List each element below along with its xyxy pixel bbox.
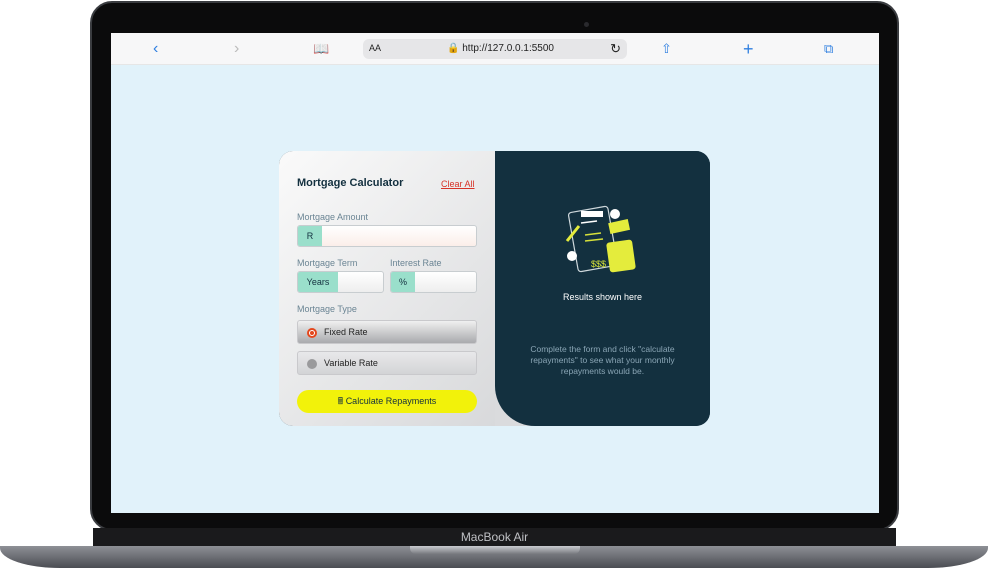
url: http://127.0.0.1:5500 <box>462 43 554 54</box>
empty-results-illustration: $$$ <box>565 205 636 273</box>
option-label: Fixed Rate <box>324 327 368 337</box>
browser-toolbar: ‹ › 📖 AA 🔒 http://127.0.0.1:5500 ↻ ⇧ + ⧉ <box>111 33 879 65</box>
currency-prefix: R <box>298 226 322 246</box>
percent-suffix: % <box>391 272 415 292</box>
radio-variable-rate[interactable]: Variable Rate <box>297 351 477 375</box>
address-bar[interactable]: AA 🔒 http://127.0.0.1:5500 ↻ <box>363 39 627 59</box>
amount-label: Mortgage Amount <box>297 212 369 222</box>
device-label: MacBook Air <box>93 528 896 546</box>
share-icon[interactable]: ⇧ <box>661 39 672 59</box>
amount-input[interactable]: R <box>297 225 477 247</box>
rate-label: Interest Rate <box>390 258 442 268</box>
term-label: Mortgage Term <box>297 258 358 268</box>
forward-icon[interactable]: › <box>234 39 239 59</box>
term-input[interactable]: Years <box>297 271 384 293</box>
camera <box>584 22 589 27</box>
tabs-icon[interactable]: ⧉ <box>824 39 833 59</box>
browser-screen: ‹ › 📖 AA 🔒 http://127.0.0.1:5500 ↻ ⇧ + ⧉… <box>111 33 879 513</box>
results-description: Complete the form and click "calculate r… <box>530 344 675 376</box>
option-label: Variable Rate <box>324 358 378 368</box>
url-text: 🔒 http://127.0.0.1:5500 <box>447 43 554 54</box>
calculate-label: Calculate Repayments <box>345 396 437 406</box>
new-tab-icon[interactable]: + <box>743 39 754 59</box>
results-title: Results shown here <box>562 292 643 302</box>
bookmarks-icon[interactable]: 📖 <box>313 39 329 59</box>
radio-selected-icon <box>307 328 317 338</box>
rate-input[interactable]: % <box>390 271 477 293</box>
form-panel: Mortgage Calculator Clear All Mortgage A… <box>279 151 495 426</box>
years-suffix: Years <box>298 272 338 292</box>
radio-unselected-icon <box>307 359 317 369</box>
reload-icon[interactable]: ↻ <box>610 41 621 57</box>
mortgage-card: Mortgage Calculator Clear All Mortgage A… <box>279 151 710 426</box>
laptop-notch <box>410 546 580 554</box>
clear-all-link[interactable]: Clear All <box>441 179 475 189</box>
back-icon[interactable]: ‹ <box>153 39 158 59</box>
results-panel: $$$ Results shown here Complete the form… <box>495 151 710 426</box>
radio-fixed-rate[interactable]: Fixed Rate <box>297 320 477 344</box>
text-size-button[interactable]: AA <box>369 43 381 53</box>
page-title: Mortgage Calculator <box>297 177 404 189</box>
calculate-button[interactable]: 🖩 Calculate Repayments <box>297 390 477 413</box>
calculator-icon: 🖩 <box>337 396 344 406</box>
type-label: Mortgage Type <box>297 304 357 314</box>
svg-text:$$$: $$$ <box>591 259 606 269</box>
